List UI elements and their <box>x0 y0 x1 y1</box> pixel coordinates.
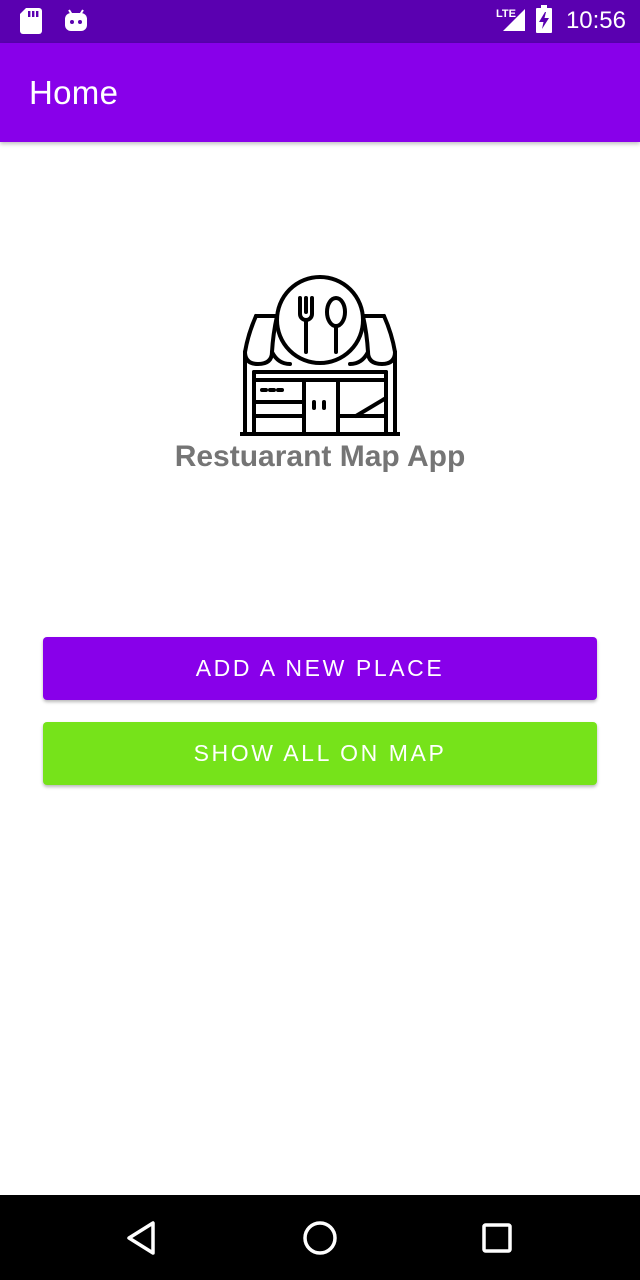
network-label: LTE <box>496 8 516 20</box>
navigation-bar <box>0 1195 640 1280</box>
back-icon[interactable] <box>119 1215 165 1261</box>
add-new-place-button[interactable]: ADD A NEW PLACE <box>43 637 597 700</box>
show-all-on-map-button[interactable]: SHOW ALL ON MAP <box>43 722 597 785</box>
battery-charging-icon <box>535 4 552 38</box>
recents-icon[interactable] <box>474 1215 520 1261</box>
lte-signal-icon: LTE <box>496 5 526 38</box>
home-screen: LTE 10:56 Home Restuarant Map App ADD A … <box>0 0 640 1280</box>
restaurant-store-icon <box>238 272 402 438</box>
app-bar: Home <box>0 43 640 142</box>
status-right-icons: LTE 10:56 <box>496 4 626 38</box>
android-icon <box>64 9 88 38</box>
status-bar: LTE 10:56 <box>0 0 640 43</box>
sd-card-icon <box>20 8 42 39</box>
page-title: Home <box>29 74 119 111</box>
home-icon[interactable] <box>297 1215 343 1261</box>
status-time: 10:56 <box>565 7 626 34</box>
app-name: Restuarant Map App <box>174 440 466 473</box>
status-left-icons <box>20 8 88 39</box>
